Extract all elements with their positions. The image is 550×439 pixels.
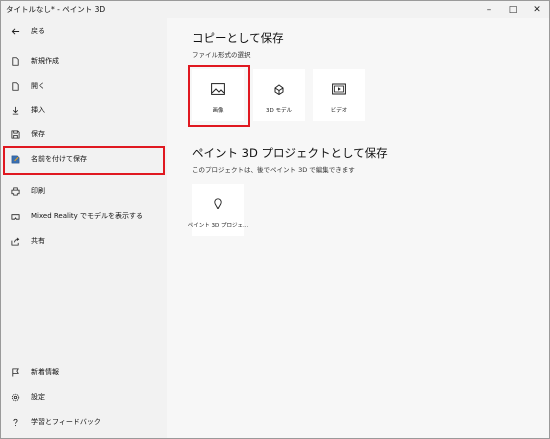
sidebar-item-print[interactable]: 印刷 xyxy=(1,180,167,202)
back-label: 戻る xyxy=(31,27,45,35)
save-as-image-button[interactable]: 画像 xyxy=(192,69,244,121)
tile-label: 3D モデル xyxy=(266,108,292,114)
project-section-title: ペイント 3D プロジェクトとして保存 xyxy=(192,146,388,160)
sidebar-item-settings[interactable]: 設定 xyxy=(1,386,167,408)
save-as-icon xyxy=(8,152,22,166)
title-bar: タイトルなし* - ペイント 3D – □ ✕ xyxy=(1,1,549,18)
sidebar: 戻る 新規作成 開く 挿入 保存 名前を付けて保存 印刷 Mixed Reali… xyxy=(1,18,167,438)
sidebar-item-label: 開く xyxy=(31,82,45,90)
image-icon xyxy=(211,82,225,96)
sidebar-item-label: 保存 xyxy=(31,130,45,138)
sidebar-item-save-as[interactable]: 名前を付けて保存 xyxy=(1,148,167,170)
mixed-reality-icon xyxy=(8,209,22,223)
new-file-icon xyxy=(8,54,22,68)
tile-label: 画像 xyxy=(212,108,224,114)
main-panel: コピーとして保存 ファイル形式の選択 画像 3D モデル ビデオ ペイント 3D… xyxy=(167,18,549,438)
app-window: タイトルなし* - ペイント 3D – □ ✕ 戻る 新規作成 開く 挿入 保存… xyxy=(0,0,550,439)
help-icon xyxy=(8,415,22,429)
sidebar-item-label: 印刷 xyxy=(31,187,45,195)
copy-section-subtitle: ファイル形式の選択 xyxy=(192,51,251,59)
video-icon xyxy=(332,82,346,96)
sidebar-item-help[interactable]: 学習とフィードバック xyxy=(1,411,167,433)
sidebar-item-label: 新規作成 xyxy=(31,57,59,65)
tile-label: ビデオ xyxy=(330,108,348,114)
save-as-video-button[interactable]: ビデオ xyxy=(313,69,365,121)
open-file-icon xyxy=(8,79,22,93)
sidebar-item-insert[interactable]: 挿入 xyxy=(1,99,167,121)
3d-model-icon xyxy=(272,82,286,96)
maximize-button[interactable]: □ xyxy=(501,1,525,18)
print-icon xyxy=(8,184,22,198)
sidebar-item-label: 学習とフィードバック xyxy=(31,418,101,426)
sidebar-item-label: 設定 xyxy=(31,393,45,401)
insert-icon xyxy=(8,103,22,117)
gear-icon xyxy=(8,390,22,404)
arrow-left-icon xyxy=(8,24,22,38)
sidebar-item-new[interactable]: 新規作成 xyxy=(1,50,167,72)
sidebar-item-label: 新着情報 xyxy=(31,368,59,376)
back-button[interactable]: 戻る xyxy=(1,20,167,42)
sidebar-item-label: 挿入 xyxy=(31,106,45,114)
sidebar-item-mixed-reality[interactable]: Mixed Reality でモデルを表示する xyxy=(1,205,167,227)
sidebar-item-save[interactable]: 保存 xyxy=(1,123,167,145)
sidebar-item-label: 名前を付けて保存 xyxy=(31,155,87,163)
share-icon xyxy=(8,234,22,248)
tile-label: ペイント 3D プロジェ... xyxy=(187,223,249,229)
save-as-project-button[interactable]: ペイント 3D プロジェ... xyxy=(188,184,248,236)
window-title: タイトルなし* - ペイント 3D xyxy=(6,5,106,14)
sidebar-item-open[interactable]: 開く xyxy=(1,75,167,97)
paint3d-project-icon xyxy=(211,197,225,211)
save-icon xyxy=(8,127,22,141)
close-button[interactable]: ✕ xyxy=(525,1,549,18)
save-as-3d-model-button[interactable]: 3D モデル xyxy=(253,69,305,121)
sidebar-item-label: 共有 xyxy=(31,237,45,245)
sidebar-item-label: Mixed Reality でモデルを表示する xyxy=(31,212,144,220)
flag-icon xyxy=(8,365,22,379)
minimize-button[interactable]: – xyxy=(477,1,501,18)
sidebar-item-share[interactable]: 共有 xyxy=(1,230,167,252)
sidebar-item-whats-new[interactable]: 新着情報 xyxy=(1,361,167,383)
copy-section-title: コピーとして保存 xyxy=(192,31,284,45)
project-section-subtitle: このプロジェクトは、後でペイント 3D で編集できます xyxy=(192,166,355,174)
